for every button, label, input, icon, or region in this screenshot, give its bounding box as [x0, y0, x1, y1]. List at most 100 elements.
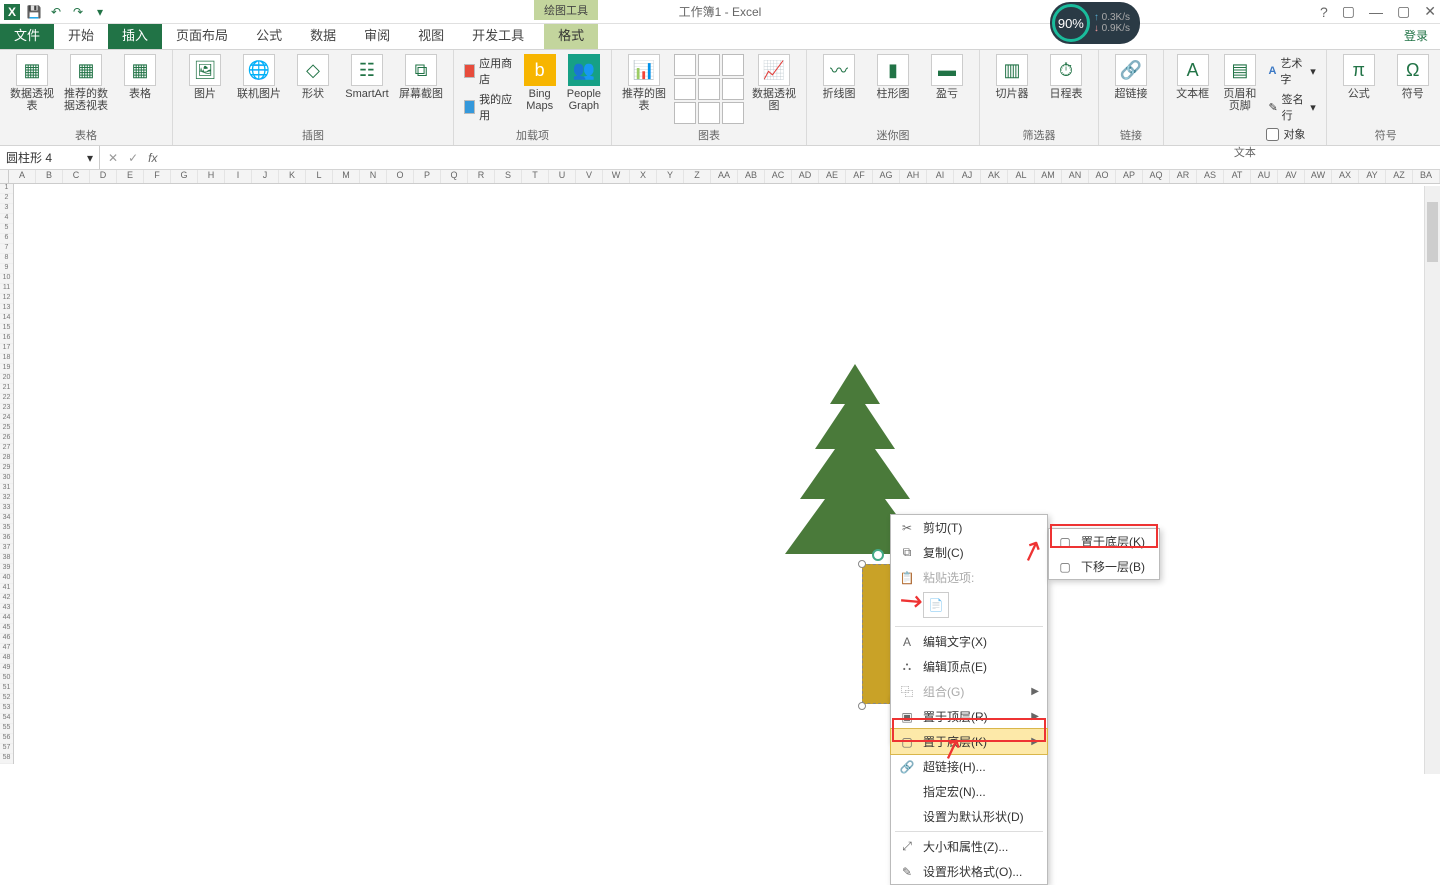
- rec-pivot-button[interactable]: ▦推荐的数据透视表: [62, 54, 110, 112]
- timeline-button[interactable]: ⏱日程表: [1042, 54, 1090, 100]
- table-button[interactable]: ▦表格: [116, 54, 164, 100]
- row-header[interactable]: 28: [0, 454, 13, 464]
- row-header[interactable]: 6: [0, 234, 13, 244]
- col-header[interactable]: AT: [1224, 170, 1251, 183]
- shapes-button[interactable]: ◇形状: [289, 54, 337, 100]
- screenshot-button[interactable]: ⧉屏幕截图: [397, 54, 445, 100]
- header-footer-button[interactable]: ▤页眉和页脚: [1219, 54, 1260, 112]
- col-header[interactable]: AM: [1035, 170, 1062, 183]
- row-header[interactable]: 27: [0, 444, 13, 454]
- row-header[interactable]: 24: [0, 414, 13, 424]
- row-header[interactable]: 13: [0, 304, 13, 314]
- ctx-send-back[interactable]: ▢置于底层(K)▶: [891, 729, 1047, 754]
- row-header[interactable]: 22: [0, 394, 13, 404]
- tab-formula[interactable]: 公式: [242, 20, 296, 49]
- tab-file[interactable]: 文件: [0, 20, 54, 49]
- col-header[interactable]: AA: [711, 170, 738, 183]
- col-header[interactable]: AG: [873, 170, 900, 183]
- wordart-button[interactable]: A艺术字▾: [1266, 54, 1317, 88]
- cylinder-shape-selected[interactable]: [862, 564, 892, 704]
- row-header[interactable]: 23: [0, 404, 13, 414]
- col-header[interactable]: I: [225, 170, 252, 183]
- row-header[interactable]: 39: [0, 564, 13, 574]
- submenu-send-to-back[interactable]: ▢置于底层(K): [1049, 529, 1159, 554]
- row-header[interactable]: 42: [0, 594, 13, 604]
- col-header[interactable]: N: [360, 170, 387, 183]
- row-header[interactable]: 49: [0, 664, 13, 674]
- col-header[interactable]: E: [117, 170, 144, 183]
- row-header[interactable]: 17: [0, 344, 13, 354]
- col-header[interactable]: D: [90, 170, 117, 183]
- slicer-button[interactable]: ▥切片器: [988, 54, 1036, 100]
- name-box[interactable]: 圆柱形 4▾: [0, 146, 100, 169]
- col-header[interactable]: AE: [819, 170, 846, 183]
- row-header[interactable]: 50: [0, 674, 13, 684]
- col-header[interactable]: AJ: [954, 170, 981, 183]
- row-header[interactable]: 15: [0, 324, 13, 334]
- row-header[interactable]: 26: [0, 434, 13, 444]
- row-header[interactable]: 14: [0, 314, 13, 324]
- row-header[interactable]: 3: [0, 204, 13, 214]
- row-header[interactable]: 57: [0, 744, 13, 754]
- people-graph-button[interactable]: 👥People Graph: [565, 54, 603, 112]
- sparkline-wl-button[interactable]: ▬盈亏: [923, 54, 971, 100]
- row-header[interactable]: 32: [0, 494, 13, 504]
- network-speed-widget[interactable]: 90% 0.3K/s 0.9K/s: [1050, 2, 1140, 44]
- ctx-edit-text[interactable]: A编辑文字(X): [891, 629, 1047, 654]
- col-header[interactable]: AY: [1359, 170, 1386, 183]
- row-header[interactable]: 46: [0, 634, 13, 644]
- col-header[interactable]: K: [279, 170, 306, 183]
- row-header[interactable]: 51: [0, 684, 13, 694]
- ctx-format-shape[interactable]: ✎设置形状格式(O)...: [891, 859, 1047, 884]
- col-header[interactable]: A: [9, 170, 36, 183]
- my-apps-button[interactable]: 我的应用: [462, 90, 515, 124]
- ctx-hyperlink[interactable]: 🔗超链接(H)...: [891, 754, 1047, 779]
- tab-layout[interactable]: 页面布局: [162, 20, 242, 49]
- save-icon[interactable]: 💾: [26, 4, 42, 20]
- ctx-default-shape[interactable]: 设置为默认形状(D): [891, 804, 1047, 829]
- undo-icon[interactable]: ↶: [48, 4, 64, 20]
- pivot-chart-button[interactable]: 📈数据透视图: [750, 54, 798, 112]
- row-header[interactable]: 41: [0, 584, 13, 594]
- row-header[interactable]: 43: [0, 604, 13, 614]
- row-header[interactable]: 47: [0, 644, 13, 654]
- row-header[interactable]: 34: [0, 514, 13, 524]
- col-header[interactable]: M: [333, 170, 360, 183]
- row-header[interactable]: 9: [0, 264, 13, 274]
- col-header[interactable]: O: [387, 170, 414, 183]
- col-header[interactable]: AH: [900, 170, 927, 183]
- fx-icon[interactable]: fx: [148, 151, 157, 165]
- col-header[interactable]: AN: [1062, 170, 1089, 183]
- row-header[interactable]: 58: [0, 754, 13, 764]
- hyperlink-button[interactable]: 🔗超链接: [1107, 54, 1155, 100]
- rotate-handle-icon[interactable]: [872, 549, 884, 561]
- col-header[interactable]: F: [144, 170, 171, 183]
- rec-chart-button[interactable]: 📊推荐的图表: [620, 54, 668, 112]
- bing-maps-button[interactable]: bBing Maps: [521, 54, 559, 112]
- vertical-scrollbar[interactable]: [1424, 186, 1440, 774]
- tab-home[interactable]: 开始: [54, 20, 108, 49]
- col-header[interactable]: AL: [1008, 170, 1035, 183]
- row-header[interactable]: 38: [0, 554, 13, 564]
- row-header[interactable]: 37: [0, 544, 13, 554]
- object-button[interactable]: 对象: [1266, 126, 1317, 142]
- sparkline-line-button[interactable]: 〰折线图: [815, 54, 863, 100]
- equation-button[interactable]: π公式: [1335, 54, 1383, 100]
- row-header[interactable]: 18: [0, 354, 13, 364]
- row-header[interactable]: 44: [0, 614, 13, 624]
- col-header[interactable]: S: [495, 170, 522, 183]
- row-header[interactable]: 10: [0, 274, 13, 284]
- col-header[interactable]: AF: [846, 170, 873, 183]
- online-pic-button[interactable]: 🌐联机图片: [235, 54, 283, 100]
- col-header[interactable]: AB: [738, 170, 765, 183]
- col-header[interactable]: B: [36, 170, 63, 183]
- store-button[interactable]: 应用商店: [462, 54, 515, 88]
- help-icon[interactable]: ?: [1320, 4, 1328, 20]
- col-header[interactable]: U: [549, 170, 576, 183]
- row-header[interactable]: 1: [0, 184, 13, 194]
- col-header[interactable]: AR: [1170, 170, 1197, 183]
- ctx-copy[interactable]: ⧉复制(C): [891, 540, 1047, 565]
- row-header[interactable]: 36: [0, 534, 13, 544]
- row-header[interactable]: 52: [0, 694, 13, 704]
- tab-view[interactable]: 视图: [404, 20, 458, 49]
